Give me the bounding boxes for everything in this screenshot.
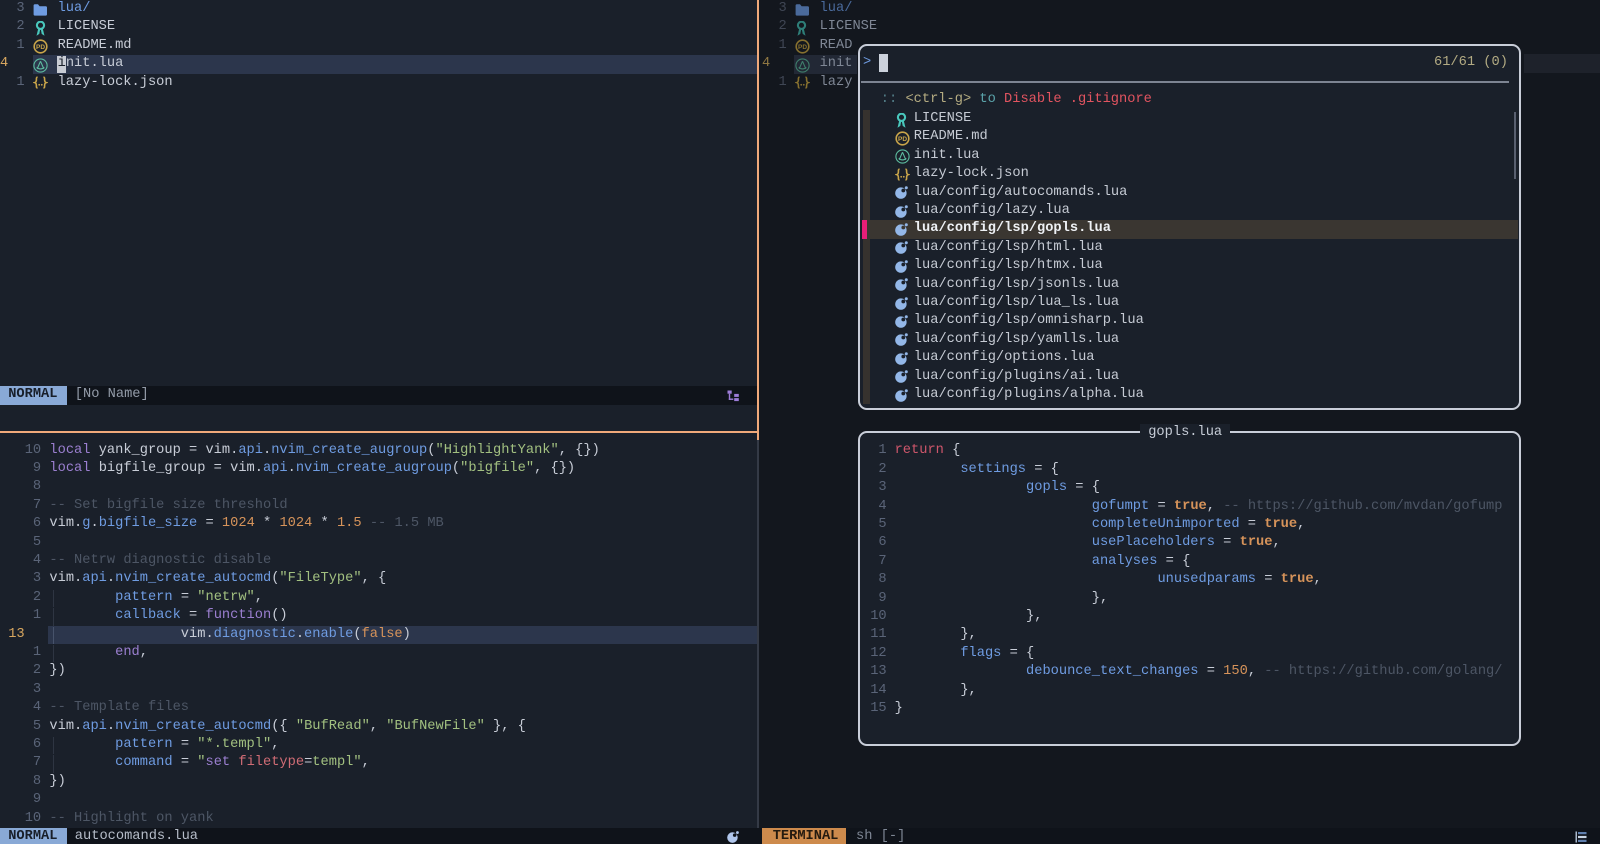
svg-text:PD: PD [898, 136, 907, 143]
svg-text:PD: PD [798, 44, 807, 51]
svg-text:PD: PD [35, 44, 44, 51]
